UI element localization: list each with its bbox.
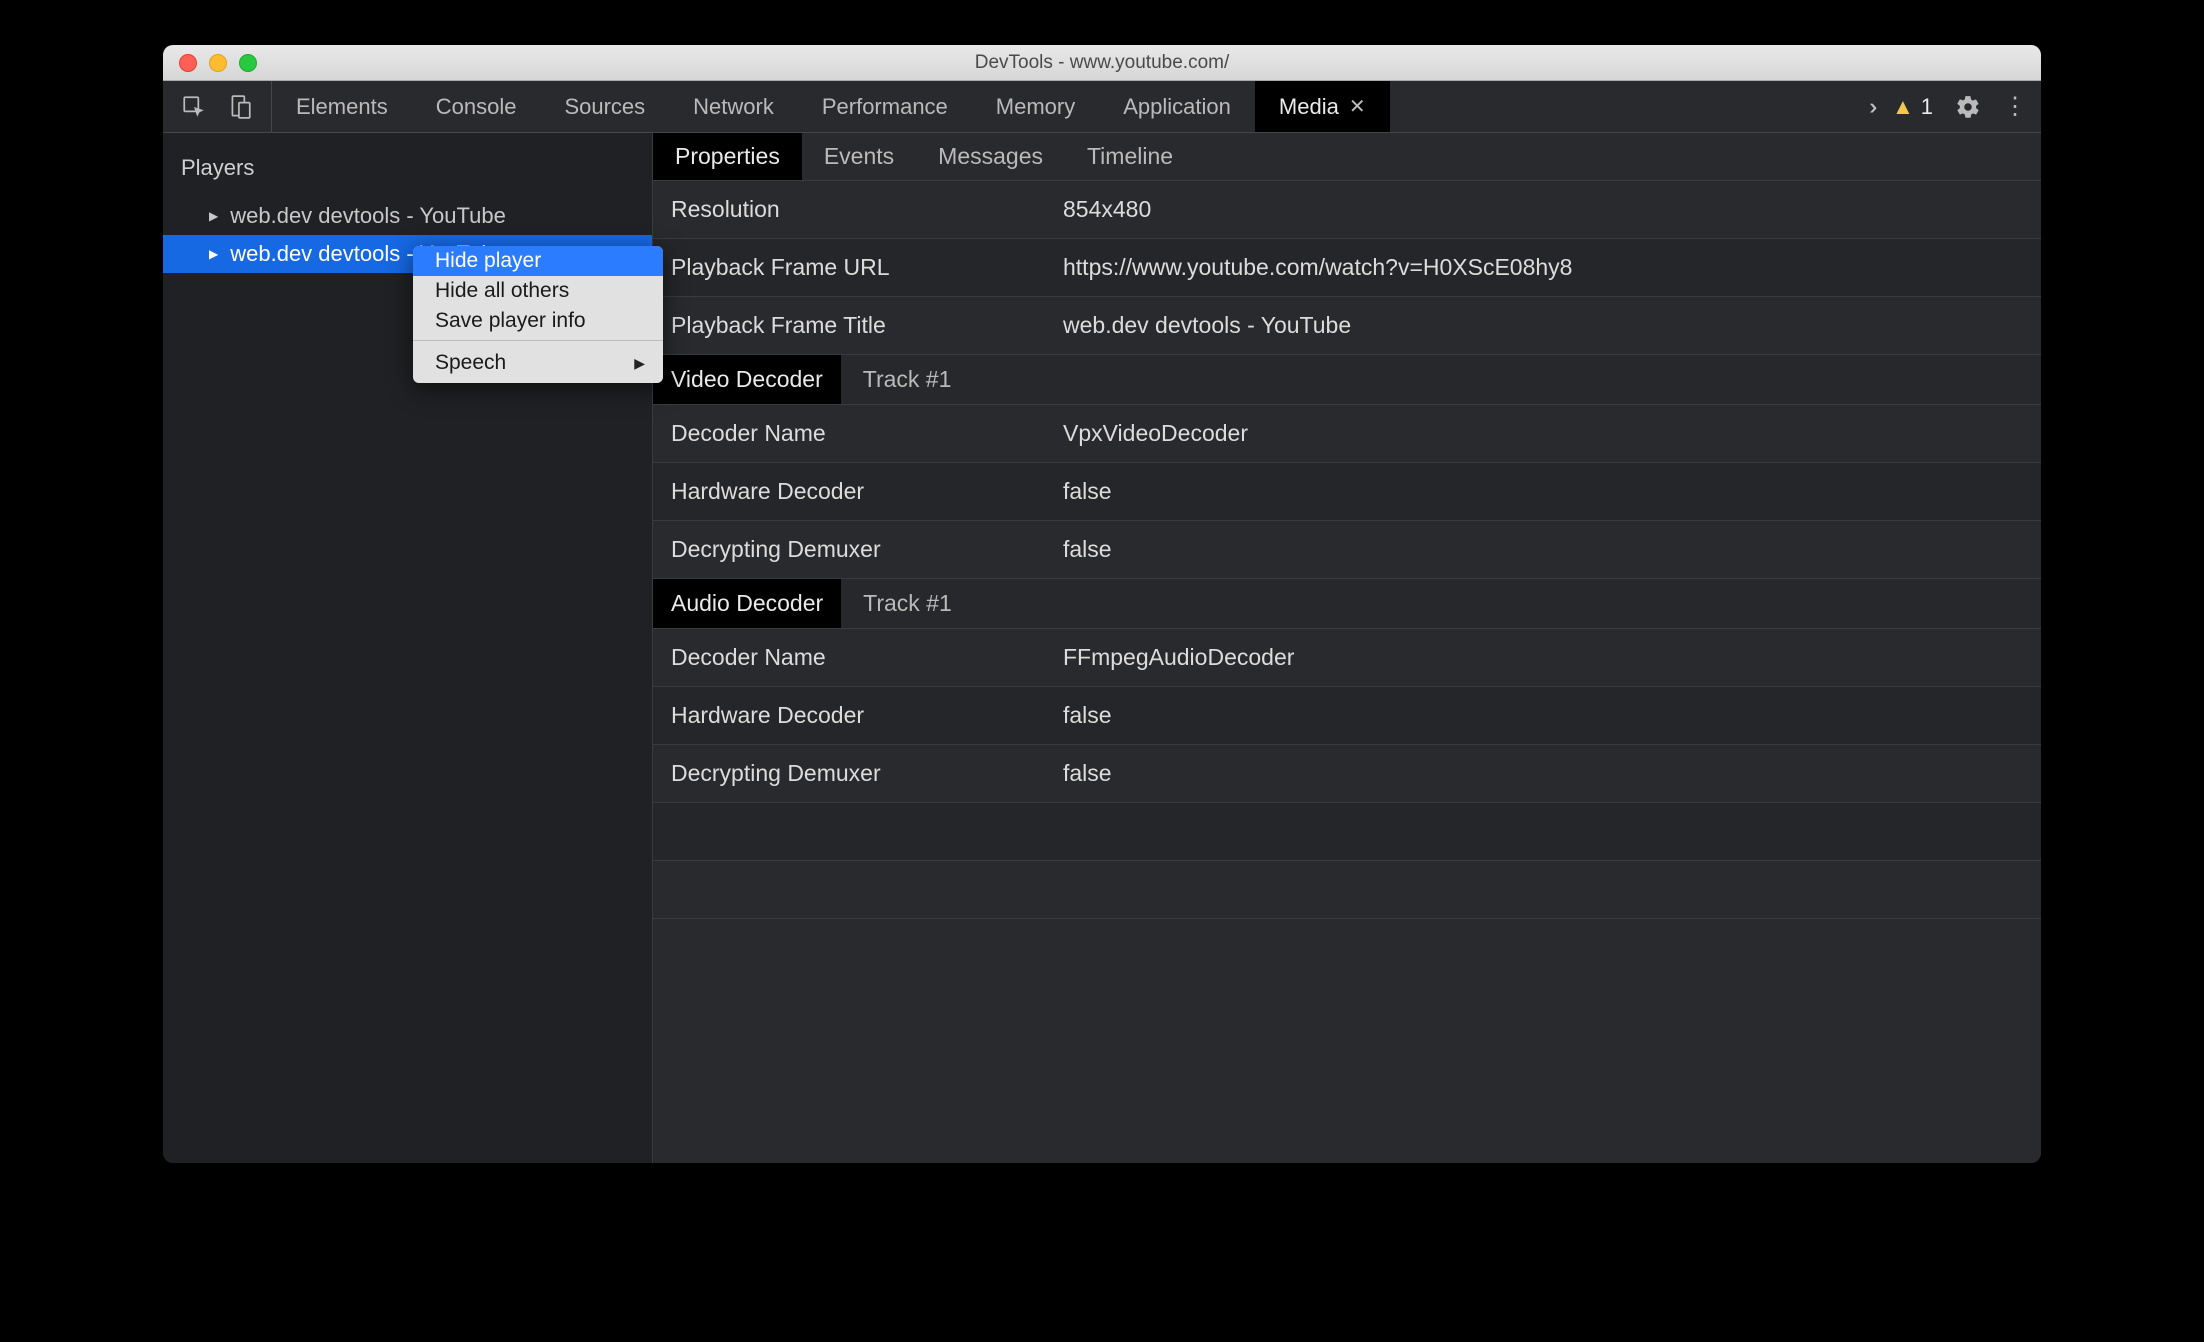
property-row: Decrypting Demuxer false [653, 745, 2041, 803]
fullscreen-window-button[interactable] [239, 54, 257, 72]
main-panel: Properties Events Messages Timeline Reso… [653, 133, 2041, 1163]
menu-item-speech[interactable]: Speech ▶ [413, 345, 663, 383]
property-row: Resolution 854x480 [653, 181, 2041, 239]
property-key: Decoder Name [653, 420, 1063, 447]
devtools-toolbar: Elements Console Sources Network Perform… [163, 81, 2041, 133]
subtab-timeline[interactable]: Timeline [1065, 133, 1195, 180]
property-value: https://www.youtube.com/watch?v=H0XScE08… [1063, 254, 2041, 281]
property-row: Hardware Decoder false [653, 687, 2041, 745]
minimize-window-button[interactable] [209, 54, 227, 72]
player-item-label: web.dev devtools - YouTube [230, 203, 506, 229]
warning-icon: ▲ [1892, 94, 1914, 120]
menu-item-hide-player[interactable]: Hide player [413, 246, 663, 276]
kebab-menu-icon[interactable]: ⋮ [2003, 92, 2027, 121]
section-pill[interactable]: Audio Decoder [653, 579, 841, 628]
play-triangle-icon: ▶ [209, 247, 218, 261]
tab-label: Performance [822, 94, 948, 120]
tab-sources[interactable]: Sources [540, 81, 669, 132]
warning-count: 1 [1921, 94, 1933, 120]
tab-label: Media [1279, 94, 1339, 120]
property-value: VpxVideoDecoder [1063, 420, 2041, 447]
tab-label: Console [436, 94, 517, 120]
property-row: Decoder Name VpxVideoDecoder [653, 405, 2041, 463]
property-value: false [1063, 478, 2041, 505]
tab-media[interactable]: Media ✕ [1255, 81, 1390, 132]
subtab-label: Messages [938, 143, 1043, 170]
sidebar-title: Players [163, 133, 652, 197]
context-menu: Hide player Hide all others Save player … [413, 246, 663, 383]
property-key: Decrypting Demuxer [653, 760, 1063, 787]
chevron-right-icon: ▶ [634, 355, 645, 372]
subtab-label: Timeline [1087, 143, 1173, 170]
property-value: false [1063, 760, 2041, 787]
property-key: Playback Frame Title [653, 312, 1063, 339]
menu-divider [413, 340, 663, 341]
subtab-properties[interactable]: Properties [653, 133, 802, 180]
subtab-label: Events [824, 143, 894, 170]
property-row: Playback Frame Title web.dev devtools - … [653, 297, 2041, 355]
tab-label: Elements [296, 94, 388, 120]
property-value: FFmpegAudioDecoder [1063, 644, 2041, 671]
section-audio-decoder: Audio Decoder Track #1 [653, 579, 2041, 629]
window-title: DevTools - www.youtube.com/ [163, 52, 2041, 74]
property-key: Decoder Name [653, 644, 1063, 671]
subtab-label: Properties [675, 143, 780, 170]
devtools-window: DevTools - www.youtube.com/ Elements Con… [163, 45, 2041, 1163]
close-window-button[interactable] [179, 54, 197, 72]
section-video-decoder: Video Decoder Track #1 [653, 355, 2041, 405]
tab-console[interactable]: Console [412, 81, 541, 132]
empty-row [653, 861, 2041, 919]
inspect-element-icon[interactable] [181, 94, 207, 120]
player-item[interactable]: ▶ web.dev devtools - YouTube [163, 197, 652, 235]
property-row: Decoder Name FFmpegAudioDecoder [653, 629, 2041, 687]
property-value: false [1063, 702, 2041, 729]
property-value: 854x480 [1063, 196, 2041, 223]
property-key: Hardware Decoder [653, 478, 1063, 505]
menu-item-label: Speech [435, 351, 506, 375]
subtab-events[interactable]: Events [802, 133, 916, 180]
property-key: Resolution [653, 196, 1063, 223]
property-row: Hardware Decoder false [653, 463, 2041, 521]
section-track[interactable]: Track #1 [841, 579, 974, 628]
property-key: Hardware Decoder [653, 702, 1063, 729]
menu-item-label: Hide player [435, 249, 541, 272]
subtab-messages[interactable]: Messages [916, 133, 1065, 180]
tab-label: Application [1123, 94, 1231, 120]
property-key: Playback Frame URL [653, 254, 1063, 281]
toolbar-right-group: ›› ▲ 1 ⋮ [1856, 81, 2041, 132]
menu-item-hide-others[interactable]: Hide all others [413, 276, 663, 306]
tab-elements[interactable]: Elements [272, 81, 412, 132]
property-row: Playback Frame URL https://www.youtube.c… [653, 239, 2041, 297]
tab-network[interactable]: Network [669, 81, 798, 132]
property-key: Decrypting Demuxer [653, 536, 1063, 563]
section-pill[interactable]: Video Decoder [653, 355, 841, 404]
traffic-lights [163, 54, 257, 72]
menu-item-save-info[interactable]: Save player info [413, 306, 663, 336]
panel-tab-strip: Elements Console Sources Network Perform… [272, 81, 1856, 132]
property-row: Decrypting Demuxer false [653, 521, 2041, 579]
menu-item-label: Save player info [435, 309, 586, 332]
players-sidebar: Players ▶ web.dev devtools - YouTube ▶ w… [163, 133, 653, 1163]
toolbar-left-group [163, 81, 272, 132]
tab-memory[interactable]: Memory [972, 81, 1099, 132]
play-triangle-icon: ▶ [209, 209, 218, 223]
section-track[interactable]: Track #1 [841, 355, 974, 404]
tab-performance[interactable]: Performance [798, 81, 972, 132]
tab-label: Memory [996, 94, 1075, 120]
warnings-badge[interactable]: ▲ 1 [1892, 94, 1933, 120]
menu-item-label: Hide all others [435, 279, 569, 302]
titlebar: DevTools - www.youtube.com/ [163, 45, 2041, 81]
tab-label: Network [693, 94, 774, 120]
settings-icon[interactable] [1955, 94, 1981, 120]
property-value: false [1063, 536, 2041, 563]
devtools-body: Players ▶ web.dev devtools - YouTube ▶ w… [163, 133, 2041, 1163]
tab-label: Sources [564, 94, 645, 120]
tab-application[interactable]: Application [1099, 81, 1255, 132]
properties-table: Resolution 854x480 Playback Frame URL ht… [653, 181, 2041, 919]
device-toolbar-icon[interactable] [227, 94, 253, 120]
property-value: web.dev devtools - YouTube [1063, 312, 2041, 339]
empty-row [653, 803, 2041, 861]
media-subtab-strip: Properties Events Messages Timeline [653, 133, 2041, 181]
close-icon[interactable]: ✕ [1349, 94, 1366, 119]
